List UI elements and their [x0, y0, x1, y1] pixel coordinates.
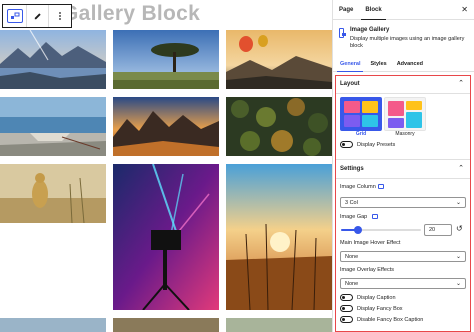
image-column-select[interactable]: 3 Col ⌄ [340, 197, 466, 208]
gallery-image-partial[interactable] [226, 318, 332, 332]
gallery-image-desert-sunset[interactable] [113, 97, 219, 156]
display-fancy-box-toggle[interactable] [340, 305, 353, 312]
divider [336, 93, 470, 94]
chevron-up-icon[interactable]: ⌃ [458, 79, 464, 87]
image-gap-input[interactable]: 20 [424, 224, 452, 236]
display-fancy-box-label: Display Fancy Box [357, 306, 403, 312]
gallery-image-grass-sunset[interactable] [226, 164, 332, 310]
gallery-block-title: Gallery Block [62, 2, 201, 25]
tab-block[interactable]: Block [359, 7, 387, 20]
gallery-icon [339, 28, 346, 38]
divider [336, 178, 470, 179]
hover-effect-select[interactable]: None ⌄ [340, 251, 466, 262]
gallery-image-lake-mountains[interactable] [0, 30, 106, 89]
tab-advanced[interactable]: Advanced [392, 58, 428, 71]
hover-effect-value: None [345, 254, 359, 260]
chevron-down-icon: ⌄ [455, 281, 461, 287]
disable-fancy-box-caption-toggle[interactable] [340, 316, 353, 323]
display-caption-label: Display Caption [357, 295, 396, 301]
gallery-image-cheetah[interactable] [0, 164, 106, 223]
overlay-effects-value: None [345, 281, 359, 287]
image-gap-label: Image Gap [340, 214, 368, 220]
pencil-icon[interactable] [27, 5, 49, 27]
disable-fancy-box-caption-label: Disable Fancy Box Caption [357, 317, 424, 323]
chevron-down-icon: ⌄ [455, 254, 461, 260]
chevron-down-icon: ⌄ [455, 200, 461, 206]
gallery-image-hot-air-balloons[interactable] [226, 30, 332, 89]
layout-option-masonry[interactable] [384, 97, 426, 131]
block-name: Image Gallery [350, 27, 390, 33]
close-icon[interactable]: ✕ [461, 5, 468, 14]
gallery-icon[interactable] [3, 5, 27, 27]
block-description: Display multiple images using an image g… [350, 36, 465, 49]
vertical-ellipsis-icon[interactable] [49, 5, 71, 27]
gallery-image-acacia-tree[interactable] [113, 30, 219, 89]
divider [336, 159, 470, 160]
display-presets-toggle[interactable] [340, 141, 353, 148]
display-caption-toggle[interactable] [340, 294, 353, 301]
image-gap-slider-handle[interactable] [354, 226, 362, 234]
gallery-image-partial[interactable] [0, 318, 106, 332]
tab-page[interactable]: Page [333, 7, 359, 19]
layout-option-grid[interactable] [340, 97, 382, 131]
gallery-image-boat-beach[interactable] [0, 97, 106, 156]
settings-panel-title[interactable]: Settings [340, 166, 364, 172]
editor-canvas: Gallery Block [0, 0, 332, 332]
chevron-up-icon[interactable]: ⌃ [458, 164, 464, 172]
reset-icon[interactable]: ↺ [456, 224, 463, 233]
display-presets-label: Display Presets [357, 142, 396, 148]
layout-option-grid-label: Grid [355, 131, 367, 137]
desktop-icon[interactable] [378, 184, 384, 189]
gallery-image-aerial-forest[interactable] [226, 97, 332, 156]
desktop-icon[interactable] [372, 214, 378, 219]
hover-effect-label: Main Image Hover Effect [340, 240, 401, 246]
gallery-image-partial[interactable] [113, 318, 219, 332]
block-card: Image Gallery Display multiple images us… [333, 20, 474, 56]
layout-option-masonry-label: Masonry [395, 131, 415, 137]
overlay-effects-select[interactable]: None ⌄ [340, 278, 466, 289]
tab-general[interactable]: General [335, 58, 365, 72]
image-column-label: Image Column [340, 184, 376, 190]
overlay-effects-label: Image Overlay Effects [340, 267, 395, 273]
layout-panel-title[interactable]: Layout [340, 81, 360, 87]
block-sub-tabs: General Styles Advanced [333, 58, 474, 72]
block-toolbar [2, 4, 72, 28]
gallery-image-film-camera[interactable] [113, 164, 219, 310]
image-column-value: 3 Col [345, 200, 358, 206]
sidebar-tabs: Page Block ✕ [333, 0, 474, 20]
tab-styles[interactable]: Styles [365, 58, 391, 71]
